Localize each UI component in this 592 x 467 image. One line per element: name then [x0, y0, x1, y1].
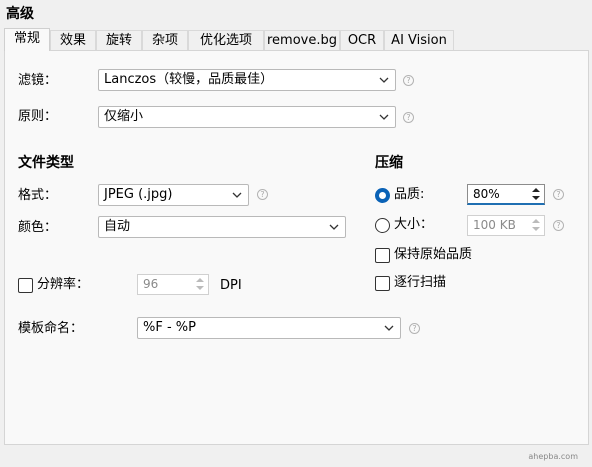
format-value: JPEG (.jpg): [104, 187, 173, 202]
progressive-scan-checkbox[interactable]: [375, 276, 390, 291]
keep-original-quality-label: 保持原始品质: [394, 247, 473, 262]
filter-select[interactable]: Lanczos（较慢，品质最佳）: [98, 69, 396, 91]
chevron-down-icon: [384, 325, 394, 331]
size-spinbox[interactable]: 100 KB: [467, 215, 545, 236]
page-title: 高级: [6, 6, 34, 22]
help-circle-icon[interactable]: ?: [403, 75, 414, 86]
chevron-down-icon: [379, 77, 389, 83]
progressive-scan-label: 逐行扫描: [394, 275, 447, 290]
arrow-down-icon[interactable]: [532, 227, 540, 231]
dpi-spinbox[interactable]: 96: [137, 274, 209, 295]
chevron-down-icon: [379, 114, 389, 120]
principle-label: 原则：: [18, 109, 58, 124]
help-circle-icon[interactable]: ?: [257, 189, 268, 200]
size-radio[interactable]: [375, 218, 390, 233]
color-label: 颜色：: [18, 220, 58, 235]
tab-ai-vision[interactable]: AI Vision: [384, 30, 454, 50]
principle-value: 仅缩小: [104, 109, 144, 124]
dpi-value: 96: [143, 277, 159, 291]
tab-effects[interactable]: 效果: [50, 30, 96, 50]
help-circle-icon[interactable]: ?: [409, 323, 420, 334]
quality-radio[interactable]: [375, 188, 390, 203]
format-label: 格式：: [18, 188, 58, 203]
help-circle-icon[interactable]: ?: [403, 112, 414, 123]
chevron-down-icon: [329, 224, 339, 230]
help-circle-icon[interactable]: ?: [553, 189, 564, 200]
spinner-arrows-icon[interactable]: [193, 276, 207, 293]
spinner-arrows-icon[interactable]: [529, 217, 543, 234]
compression-section-title: 压缩: [375, 155, 403, 171]
quality-value: 80%: [473, 187, 500, 201]
tab-misc[interactable]: 杂项: [142, 30, 188, 50]
chevron-down-icon: [232, 192, 242, 198]
template-naming-value: %F - %P: [143, 320, 196, 335]
dpi-unit-label: DPI: [220, 278, 242, 293]
file-type-section-title: 文件类型: [18, 155, 74, 171]
watermark: ahepba.com: [528, 452, 578, 461]
arrow-down-icon[interactable]: [196, 286, 204, 290]
tab-remove-bg[interactable]: remove.bg: [264, 30, 340, 50]
quality-label: 品质:: [394, 187, 425, 202]
tab-general[interactable]: 常规: [4, 28, 50, 51]
tab-ocr[interactable]: OCR: [340, 30, 384, 50]
tab-optimize[interactable]: 优化选项: [188, 30, 264, 50]
resolution-label: 分辨率：: [37, 277, 90, 292]
arrow-down-icon[interactable]: [532, 196, 540, 200]
resolution-checkbox[interactable]: [18, 278, 33, 293]
spinner-arrows-icon[interactable]: [529, 186, 543, 203]
arrow-up-icon[interactable]: [532, 219, 540, 223]
quality-spinbox[interactable]: 80%: [467, 184, 545, 205]
template-naming-select[interactable]: %F - %P: [137, 317, 401, 339]
principle-select[interactable]: 仅缩小: [98, 106, 396, 128]
keep-original-quality-checkbox[interactable]: [375, 248, 390, 263]
size-label: 大小：: [394, 217, 434, 232]
help-circle-icon[interactable]: ?: [553, 220, 564, 231]
format-select[interactable]: JPEG (.jpg): [98, 184, 249, 206]
color-select[interactable]: 自动: [98, 216, 346, 238]
filter-value: Lanczos（较慢，品质最佳）: [104, 72, 274, 87]
color-value: 自动: [104, 219, 131, 234]
arrow-up-icon[interactable]: [532, 188, 540, 192]
filter-label: 滤镜：: [18, 73, 58, 88]
tab-rotate[interactable]: 旋转: [96, 30, 142, 50]
size-value: 100 KB: [473, 218, 516, 232]
arrow-up-icon[interactable]: [196, 278, 204, 282]
template-naming-label: 模板命名：: [18, 321, 84, 336]
